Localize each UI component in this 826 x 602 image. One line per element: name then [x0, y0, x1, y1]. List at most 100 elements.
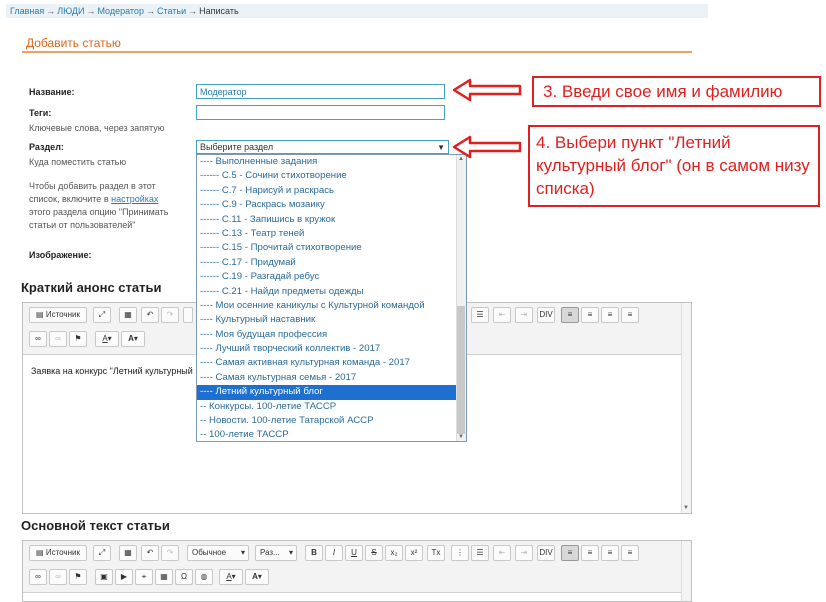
unlink-icon[interactable]: ∞ — [49, 331, 67, 347]
indent-icon[interactable]: ⇥ — [515, 307, 533, 323]
section-select-value: Выберите раздел — [200, 142, 274, 152]
dropdown-option[interactable]: ------ С.13 - Театр теней — [197, 227, 466, 241]
div-icon[interactable]: DIV — [537, 307, 555, 323]
editor1-source-button[interactable]: ▤ Источник — [29, 307, 87, 323]
align-justify-icon[interactable]: ≡ — [621, 307, 639, 323]
align-left-icon[interactable]: ≡ — [561, 545, 579, 561]
maximize-icon[interactable]: ⤢ — [93, 545, 111, 561]
dropdown-option[interactable]: ------ С.19 - Разгадай ребус — [197, 270, 466, 284]
table-icon[interactable]: ▦ — [155, 569, 173, 585]
text-color-icon[interactable]: A▾ — [95, 331, 119, 347]
format-select-stub[interactable] — [183, 307, 193, 323]
indent-icon[interactable]: ⇥ — [515, 545, 533, 561]
editor2-source-button[interactable]: ▤ Источник — [29, 545, 87, 561]
page-title: Добавить статью — [26, 36, 121, 50]
map-pin-icon[interactable]: ⌖ — [135, 569, 153, 585]
template-icon[interactable]: ▦ — [119, 307, 137, 323]
dropdown-option[interactable]: ---- Лучший творческий коллектив - 2017 — [197, 342, 466, 356]
dropdown-option[interactable]: ------ С.9 - Раскрась мозаику — [197, 198, 466, 212]
bg-color-icon[interactable]: A▾ — [121, 331, 145, 347]
breadcrumb-people[interactable]: ЛЮДИ — [57, 6, 84, 16]
tags-label: Теги: — [29, 108, 52, 118]
video-icon[interactable]: ▶ — [115, 569, 133, 585]
dropdown-option[interactable]: ---- Летний культурный блог — [197, 385, 466, 400]
outdent-icon[interactable]: ⇤ — [493, 307, 511, 323]
align-center-icon[interactable]: ≡ — [581, 545, 599, 561]
section-help: Чтобы добавить раздел в этот список, вкл… — [29, 180, 194, 232]
breadcrumb-articles[interactable]: Статьи — [157, 6, 186, 16]
image-icon[interactable]: ▣ — [95, 569, 113, 585]
tags-hint: Ключевые слова, через запятую — [29, 123, 165, 133]
text-color-icon[interactable]: A▾ — [219, 569, 243, 585]
dropdown-option[interactable]: ---- Мои осенние каникулы с Культурной к… — [197, 299, 466, 313]
undo-icon[interactable]: ↶ — [141, 545, 159, 561]
redo-icon[interactable]: ↷ — [161, 307, 179, 323]
dropdown-option[interactable]: ------ С.21 - Найди предметы одежды — [197, 285, 466, 299]
breadcrumb: Главная → ЛЮДИ → Модератор → Статьи → Написать — [6, 4, 708, 18]
maximize-icon[interactable]: ⤢ — [93, 307, 111, 323]
bold-icon[interactable]: B — [305, 545, 323, 561]
superscript-icon[interactable]: x² — [405, 545, 423, 561]
link-icon[interactable]: ∞ — [29, 569, 47, 585]
editor2-source-label: Источник — [45, 548, 80, 557]
flag-icon[interactable]: ⚑ — [69, 569, 87, 585]
numbered-list-icon[interactable]: ⋮ — [451, 545, 469, 561]
align-left-icon[interactable]: ≡ — [561, 307, 579, 323]
omega-icon[interactable]: Ω — [175, 569, 193, 585]
subscript-icon[interactable]: x₂ — [385, 545, 403, 561]
editor2-heading: Основной текст статьи — [21, 518, 170, 533]
bg-color-icon[interactable]: A▾ — [245, 569, 269, 585]
breadcrumb-moderator[interactable]: Модератор — [97, 6, 144, 16]
dropdown-option[interactable]: -- 100-летие ТАССР — [197, 428, 466, 441]
align-right-icon[interactable]: ≡ — [601, 545, 619, 561]
outdent-icon[interactable]: ⇤ — [493, 545, 511, 561]
dropdown-option[interactable]: -- Конкурсы. 100-летие ТАССР — [197, 400, 466, 414]
dropdown-option[interactable]: ------ С.5 - Сочини стихотворение — [197, 169, 466, 183]
dropdown-scroll-thumb[interactable] — [457, 306, 465, 434]
arrow-left-icon — [452, 78, 522, 102]
align-justify-icon[interactable]: ≡ — [621, 545, 639, 561]
editor1-scrollbar[interactable]: ▼ — [681, 303, 691, 513]
underline-icon[interactable]: U — [345, 545, 363, 561]
format-select[interactable]: Обычное ▾ — [187, 545, 249, 561]
format-select-value: Обычное — [192, 548, 227, 557]
dropdown-option[interactable]: ---- Самая культурная семья - 2017 — [197, 371, 466, 385]
div-icon[interactable]: DIV — [537, 545, 555, 561]
dropdown-option[interactable]: ---- Моя будущая профессия — [197, 328, 466, 342]
editor2-scrollbar[interactable] — [681, 541, 691, 601]
dropdown-option[interactable]: ---- Выполненные задания — [197, 155, 466, 169]
remove-format-icon[interactable]: Tx — [427, 545, 445, 561]
dropdown-option[interactable]: ---- Самая активная культурная команда -… — [197, 356, 466, 370]
undo-icon[interactable]: ↶ — [141, 307, 159, 323]
globe-icon[interactable]: ◍ — [195, 569, 213, 585]
section-select[interactable]: Выберите раздел ▼ — [196, 140, 449, 154]
title-input[interactable]: Модератор — [196, 84, 445, 99]
bulleted-list-icon[interactable]: ☰ — [471, 307, 489, 323]
size-select[interactable]: Раз... ▾ — [255, 545, 297, 561]
dropdown-option[interactable]: ------ С.17 - Придумай — [197, 256, 466, 270]
dropdown-option[interactable]: ---- Культурный наставник — [197, 313, 466, 327]
bulleted-list-icon[interactable]: ☰ — [471, 545, 489, 561]
dropdown-option[interactable]: ------ С.15 - Прочитай стихотворение — [197, 241, 466, 255]
redo-icon[interactable]: ↷ — [161, 545, 179, 561]
settings-link[interactable]: настройках — [111, 194, 158, 204]
dropdown-scrollbar[interactable]: ▲ ▼ — [456, 155, 466, 441]
link-icon[interactable]: ∞ — [29, 331, 47, 347]
dropdown-option[interactable]: ------ С.11 - Запишись в кружок — [197, 213, 466, 227]
breadcrumb-home[interactable]: Главная — [10, 6, 44, 16]
strikethrough-icon[interactable]: S — [365, 545, 383, 561]
dropdown-option[interactable]: -- Новости. 100-летие Татарской АССР — [197, 414, 466, 428]
align-right-icon[interactable]: ≡ — [601, 307, 619, 323]
unlink-icon[interactable]: ∞ — [49, 569, 67, 585]
tags-input[interactable] — [196, 105, 445, 120]
arrow-left-icon — [452, 135, 522, 159]
editor1-content[interactable]: Заявка на конкурс "Летний культурный — [31, 366, 193, 376]
template-icon[interactable]: ▦ — [119, 545, 137, 561]
editor2: ▤ Источник ⤢ ▦ ↶ ↷ Обычное ▾ Раз... ▾ B I … — [22, 540, 692, 602]
callout-step4: 4. Выбери пункт "Летний культурный блог"… — [528, 125, 820, 207]
section-dropdown-list[interactable]: ---- Выполненные задания ------ С.5 - Соч… — [196, 154, 467, 442]
align-center-icon[interactable]: ≡ — [581, 307, 599, 323]
dropdown-option[interactable]: ------ С.7 - Нарисуй и раскрась — [197, 184, 466, 198]
italic-icon[interactable]: I — [325, 545, 343, 561]
flag-icon[interactable]: ⚑ — [69, 331, 87, 347]
